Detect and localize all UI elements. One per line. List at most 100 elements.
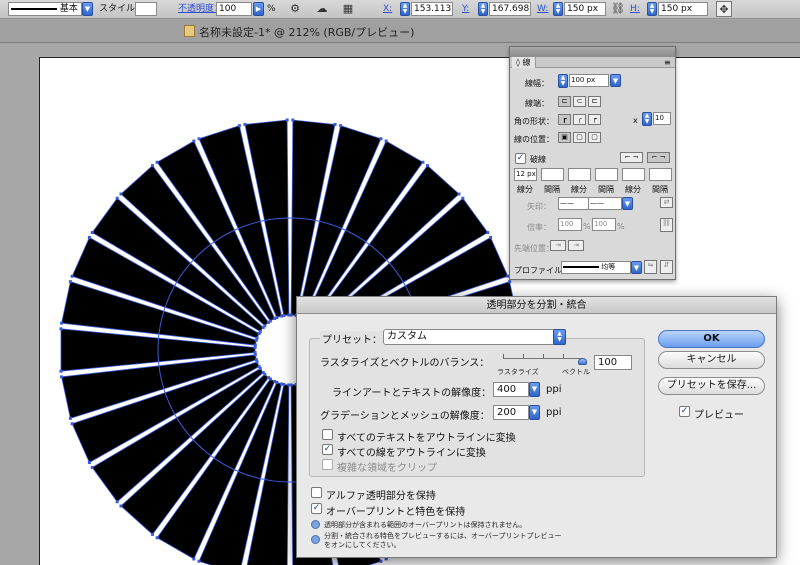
align-outside-button[interactable]: ▢ bbox=[588, 132, 601, 143]
round-join-button[interactable]: ╭ bbox=[573, 114, 586, 125]
anchor-point[interactable] bbox=[197, 137, 201, 141]
dash-field[interactable] bbox=[541, 168, 564, 181]
outline-checkbox[interactable]: ✓ bbox=[322, 444, 333, 455]
anchor-point[interactable] bbox=[119, 504, 123, 508]
h-stepper[interactable]: ▲ ▼ bbox=[647, 2, 657, 16]
panel-menu-icon[interactable]: ≡ bbox=[660, 57, 675, 68]
anchor-point[interactable] bbox=[263, 324, 267, 328]
envelope-icon[interactable]: ☁ bbox=[314, 1, 330, 17]
anchor-point[interactable] bbox=[70, 422, 74, 426]
w-field[interactable]: 150 px bbox=[564, 2, 606, 16]
anchor-point[interactable] bbox=[68, 280, 72, 284]
anchor-point[interactable] bbox=[192, 139, 196, 143]
x-field[interactable]: 153.113 px bbox=[411, 2, 453, 16]
anchor-point[interactable] bbox=[90, 231, 94, 235]
dash-preserve-button[interactable]: ⌐ ¬ bbox=[620, 152, 643, 163]
anchor-point[interactable] bbox=[282, 314, 286, 318]
anchor-point[interactable] bbox=[254, 358, 258, 362]
anchor-point[interactable] bbox=[289, 313, 293, 317]
cancel-button[interactable]: キャンセル bbox=[658, 351, 765, 369]
panel-header[interactable] bbox=[510, 47, 675, 57]
preserve-overprint-checkbox[interactable]: ✓ bbox=[311, 503, 322, 514]
align-center-button[interactable]: ▣ bbox=[558, 132, 571, 143]
anchor-point[interactable] bbox=[421, 160, 425, 164]
anchor-point[interactable] bbox=[90, 465, 94, 469]
anchor-point[interactable] bbox=[258, 330, 262, 334]
opacity-field[interactable]: 100 bbox=[216, 2, 252, 16]
anchor-point[interactable] bbox=[489, 235, 493, 239]
anchor-point[interactable] bbox=[275, 316, 279, 320]
weight-stepper[interactable]: ▲ ▼ bbox=[558, 74, 568, 88]
anchor-point[interactable] bbox=[192, 557, 196, 561]
arrow-end-dropdown[interactable]: ▼ bbox=[622, 197, 633, 210]
dash-align-button[interactable]: ⌐ ¬ bbox=[647, 152, 670, 163]
anchor-point[interactable] bbox=[291, 118, 295, 122]
swap-arrows-button[interactable]: ⇄ bbox=[660, 197, 673, 208]
scale-end-field[interactable]: 100 bbox=[592, 218, 616, 231]
dash-field[interactable]: 12 px bbox=[514, 168, 537, 181]
transform-icon[interactable]: ✥ bbox=[716, 1, 732, 17]
opacity-dropdown[interactable]: ▶ bbox=[253, 2, 264, 16]
dash-field[interactable] bbox=[568, 168, 591, 181]
anchor-point[interactable] bbox=[273, 379, 277, 383]
miter-join-button[interactable]: ┏ bbox=[558, 114, 571, 125]
anchor-point[interactable] bbox=[486, 231, 490, 235]
anchor-point[interactable] bbox=[115, 196, 119, 200]
anchor-point[interactable] bbox=[461, 196, 465, 200]
save-preset-button[interactable]: プリセットを保存... bbox=[658, 377, 765, 395]
gradient-dropdown[interactable]: ▼ bbox=[529, 405, 540, 420]
anchor-point[interactable] bbox=[59, 369, 63, 373]
dash-field[interactable] bbox=[649, 168, 672, 181]
scale-start-field[interactable]: 100 bbox=[558, 218, 582, 231]
anchor-point[interactable] bbox=[68, 416, 72, 420]
arrow-tip-place-button[interactable]: ⇥ bbox=[568, 240, 584, 251]
arrowhead-end-select[interactable]: —— bbox=[588, 197, 622, 210]
anchor-point[interactable] bbox=[267, 376, 271, 380]
stroke-tab[interactable]: ◊ 線 bbox=[512, 57, 536, 68]
outline-checkbox[interactable] bbox=[322, 429, 333, 440]
anchor-point[interactable] bbox=[333, 122, 337, 126]
anchor-point[interactable] bbox=[60, 321, 64, 325]
anchor-point[interactable] bbox=[197, 559, 201, 563]
line-art-field[interactable]: 400 bbox=[493, 382, 529, 397]
balance-field[interactable]: 100 bbox=[594, 355, 632, 370]
preserve-alpha-checkbox[interactable] bbox=[311, 487, 322, 498]
anchor-point[interactable] bbox=[243, 122, 247, 126]
anchor-point[interactable] bbox=[119, 192, 123, 196]
anchor-point[interactable] bbox=[287, 383, 291, 387]
anchor-point[interactable] bbox=[115, 500, 119, 504]
anchor-point[interactable] bbox=[457, 192, 461, 196]
recolor-icon[interactable]: ⚙ bbox=[287, 1, 303, 17]
dash-field[interactable] bbox=[595, 168, 618, 181]
anchor-point[interactable] bbox=[379, 559, 383, 563]
y-field[interactable]: 167.698 px bbox=[489, 2, 531, 16]
weight-dropdown[interactable]: ▼ bbox=[610, 74, 621, 87]
weight-field[interactable]: 100 px bbox=[569, 74, 609, 87]
bevel-join-button[interactable]: ┍ bbox=[588, 114, 601, 125]
anchor-point[interactable] bbox=[379, 137, 383, 141]
link-icon[interactable]: ⛓ bbox=[610, 1, 626, 17]
arrow-tip-extend-button[interactable]: ⇥ bbox=[550, 240, 566, 251]
style-swatch[interactable] bbox=[135, 2, 157, 16]
anchor-point[interactable] bbox=[155, 160, 159, 164]
anchor-point[interactable] bbox=[425, 164, 429, 168]
anchor-point[interactable] bbox=[59, 327, 63, 331]
preset-select[interactable]: カスタム bbox=[383, 329, 566, 345]
butt-cap-button[interactable]: ⊏ bbox=[558, 96, 571, 107]
anchor-point[interactable] bbox=[257, 365, 261, 369]
anchor-point[interactable] bbox=[508, 280, 512, 284]
limit-stepper[interactable]: ▲ ▼ bbox=[642, 112, 652, 126]
anchor-point[interactable] bbox=[253, 343, 257, 347]
flip-vertical-button[interactable]: ⇵ bbox=[660, 260, 673, 274]
round-cap-button[interactable]: ⊂ bbox=[573, 96, 586, 107]
anchor-point[interactable] bbox=[339, 124, 343, 128]
square-cap-button[interactable]: ⊏ bbox=[588, 96, 601, 107]
anchor-point[interactable] bbox=[237, 124, 241, 128]
anchor-point[interactable] bbox=[151, 532, 155, 536]
anchor-point[interactable] bbox=[253, 351, 257, 355]
dash-field[interactable] bbox=[622, 168, 645, 181]
anchor-point[interactable] bbox=[70, 274, 74, 278]
x-stepper[interactable]: ▲ ▼ bbox=[400, 2, 410, 16]
anchor-point[interactable] bbox=[255, 336, 259, 340]
anchor-point[interactable] bbox=[384, 139, 388, 143]
